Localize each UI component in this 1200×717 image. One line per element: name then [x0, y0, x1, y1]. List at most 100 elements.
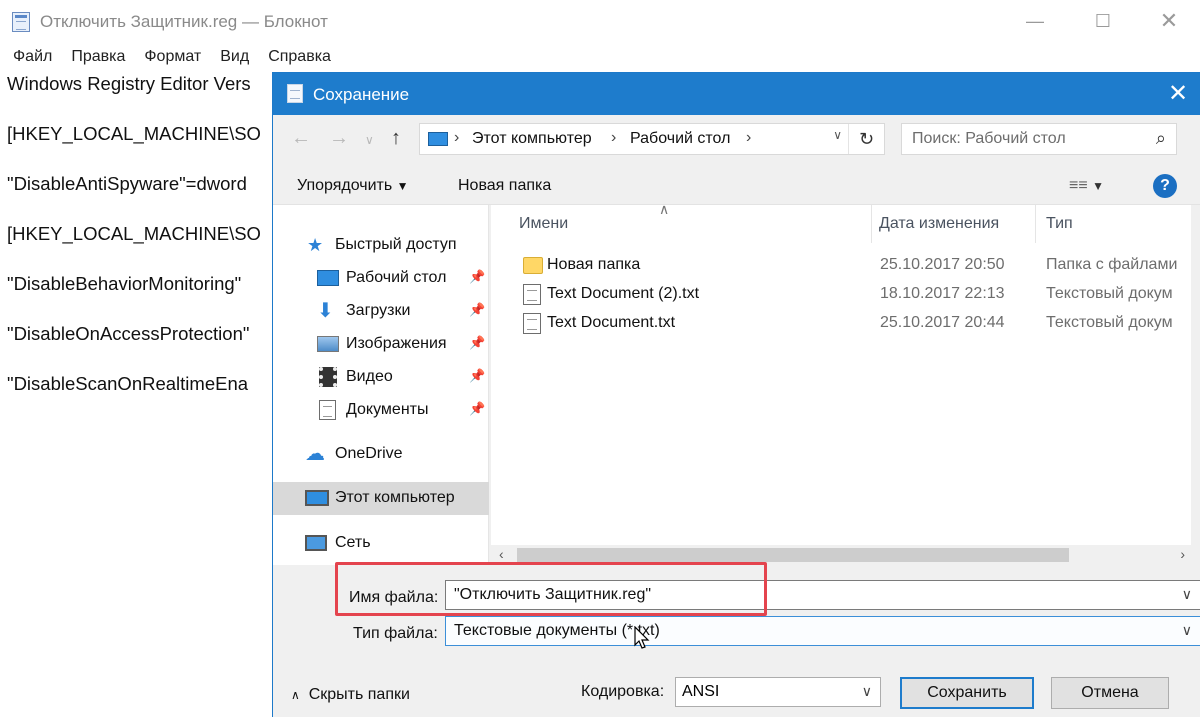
up-arrow-icon[interactable]: ↑	[391, 127, 401, 150]
menu-help[interactable]: Справка	[268, 44, 331, 70]
address-bar[interactable]: › Этот компьютер › Рабочий стол › ∨ ↻	[419, 123, 885, 155]
cancel-button[interactable]: Отмена	[1051, 677, 1169, 709]
filetype-value: Текстовые документы (*.txt)	[454, 622, 660, 639]
search-input[interactable]: Поиск: Рабочий стол ⌕	[901, 123, 1177, 155]
highlight-box	[335, 562, 767, 616]
organize-button[interactable]: Упорядочить ▼	[297, 177, 409, 195]
mouse-cursor-icon	[634, 626, 650, 649]
nav-item-pictures[interactable]: Изображения 📌	[273, 328, 489, 361]
search-icon[interactable]: ⌕	[1156, 128, 1166, 149]
notepad-text-area[interactable]: Windows Registry Editor Vers [HKEY_LOCAL…	[7, 72, 273, 422]
dialog-title: Сохранение	[313, 85, 410, 104]
notepad-menubar: Файл Правка Формат Вид Справка	[0, 44, 1200, 70]
column-header-type[interactable]: Тип	[1046, 215, 1073, 233]
chevron-down-icon[interactable]: ∨	[862, 683, 872, 700]
star-icon: ★	[307, 235, 324, 255]
nav-item-video[interactable]: Видео 📌	[273, 361, 489, 394]
nav-item-network[interactable]: Сеть	[273, 527, 489, 560]
notepad-icon	[12, 12, 30, 32]
menu-format[interactable]: Формат	[144, 44, 201, 70]
chevron-down-icon[interactable]: ∨	[1182, 622, 1192, 639]
file-row[interactable]: Text Document (2).txt 18.10.2017 22:13 Т…	[491, 280, 1191, 309]
view-options-icon[interactable]: ≡≡ ▼	[1069, 177, 1104, 195]
nav-item-label: OneDrive	[335, 445, 403, 462]
nav-item-downloads[interactable]: ⬇ Загрузки 📌	[273, 295, 489, 328]
breadcrumb-this-pc[interactable]: Этот компьютер	[472, 130, 592, 148]
menu-view[interactable]: Вид	[220, 44, 249, 70]
file-date: 18.10.2017 22:13	[880, 285, 1005, 302]
chevron-right-icon[interactable]: ›	[611, 129, 616, 147]
forward-arrow-icon[interactable]: →	[329, 127, 349, 150]
dialog-toolbar: Упорядочить ▼ Новая папка ≡≡ ▼ ?	[273, 165, 1200, 205]
nav-item-label: Сеть	[335, 534, 371, 551]
refresh-icon[interactable]: ↻	[848, 124, 884, 154]
column-divider[interactable]	[871, 205, 872, 243]
filetype-select[interactable]: Текстовые документы (*.txt) ∨	[445, 616, 1200, 646]
file-row[interactable]: Новая папка 25.10.2017 20:50 Папка с фай…	[491, 251, 1191, 280]
column-divider[interactable]	[1035, 205, 1036, 243]
minimize-icon[interactable]: —	[1012, 6, 1058, 36]
file-list: ∧ Имени Дата изменения Тип Новая папка 2…	[491, 201, 1191, 565]
nav-item-label: Быстрый доступ	[335, 236, 457, 253]
sort-ascending-icon: ∧	[659, 201, 670, 217]
encoding-select[interactable]: ANSI ∨	[675, 677, 881, 707]
scroll-left-icon[interactable]: ‹	[499, 546, 504, 562]
back-arrow-icon[interactable]: ←	[291, 127, 311, 150]
chevron-down-icon[interactable]: ∨	[1182, 586, 1192, 603]
nav-item-quick-access[interactable]: ★ Быстрый доступ	[273, 229, 489, 262]
menu-file[interactable]: Файл	[13, 44, 52, 70]
text-file-icon	[523, 313, 541, 334]
save-button[interactable]: Сохранить	[900, 677, 1034, 709]
scrollbar-thumb[interactable]	[517, 548, 1069, 562]
chevron-down-icon[interactable]: ∨	[365, 133, 374, 147]
help-icon[interactable]: ?	[1153, 174, 1177, 198]
pin-icon[interactable]: 📌	[469, 401, 485, 417]
hide-folders-button[interactable]: ∧ Скрыть папки	[291, 686, 410, 704]
close-icon[interactable]: ✕	[1162, 79, 1194, 109]
pin-icon[interactable]: 📌	[469, 302, 485, 318]
breadcrumb-desktop[interactable]: Рабочий стол	[630, 130, 730, 148]
nav-item-label: Документы	[346, 401, 429, 418]
hide-folders-label: Скрыть папки	[308, 686, 410, 703]
nav-item-desktop[interactable]: Рабочий стол 📌	[273, 262, 489, 295]
menu-edit[interactable]: Правка	[71, 44, 125, 70]
column-header-name[interactable]: Имени	[519, 215, 568, 233]
notepad-title: Отключить Защитник.reg — Блокнот	[40, 12, 328, 31]
search-placeholder: Поиск: Рабочий стол	[912, 130, 1066, 147]
documents-icon	[319, 400, 336, 420]
text-line: Windows Registry Editor Vers	[7, 73, 251, 94]
nav-item-label: Этот компьютер	[335, 489, 455, 506]
dialog-title-bar: Сохранение ✕	[273, 73, 1200, 115]
nav-item-label: Рабочий стол	[346, 269, 447, 286]
text-line: [HKEY_LOCAL_MACHINE\SO	[7, 223, 261, 244]
chevron-right-icon[interactable]: ›	[454, 129, 459, 147]
pin-icon[interactable]: 📌	[469, 335, 485, 351]
nav-item-onedrive[interactable]: ☁ OneDrive	[273, 438, 489, 471]
pin-icon[interactable]: 📌	[469, 368, 485, 384]
nav-item-label: Видео	[346, 368, 393, 385]
file-row[interactable]: Text Document.txt 25.10.2017 20:44 Текст…	[491, 309, 1191, 338]
pictures-icon	[317, 336, 339, 352]
text-file-icon	[523, 284, 541, 305]
navigation-pane: ★ Быстрый доступ Рабочий стол 📌 ⬇ Загруз…	[273, 205, 489, 565]
chevron-down-icon[interactable]: ∨	[833, 128, 842, 142]
nav-item-label: Изображения	[346, 335, 447, 352]
maximize-icon[interactable]: ☐	[1080, 6, 1126, 36]
new-folder-button[interactable]: Новая папка	[458, 177, 551, 195]
pin-icon[interactable]: 📌	[469, 269, 485, 285]
column-header-date[interactable]: Дата изменения	[879, 215, 999, 233]
file-date: 25.10.2017 20:50	[880, 256, 1005, 273]
chevron-down-icon: ▼	[396, 179, 409, 193]
video-icon	[319, 367, 337, 387]
text-line: "DisableOnAccessProtection"	[7, 323, 250, 344]
close-icon[interactable]: ✕	[1146, 6, 1192, 36]
chevron-right-icon[interactable]: ›	[746, 129, 751, 147]
notepad-icon	[287, 84, 303, 103]
nav-item-documents[interactable]: Документы 📌	[273, 394, 489, 427]
text-line: "DisableAntiSpyware"=dword	[7, 173, 247, 194]
scroll-right-icon[interactable]: ›	[1180, 546, 1185, 562]
file-name: Text Document (2).txt	[547, 285, 700, 302]
nav-item-this-pc[interactable]: Этот компьютер	[273, 482, 489, 515]
file-name: Новая папка	[547, 256, 641, 273]
chevron-up-icon: ∧	[291, 688, 300, 702]
